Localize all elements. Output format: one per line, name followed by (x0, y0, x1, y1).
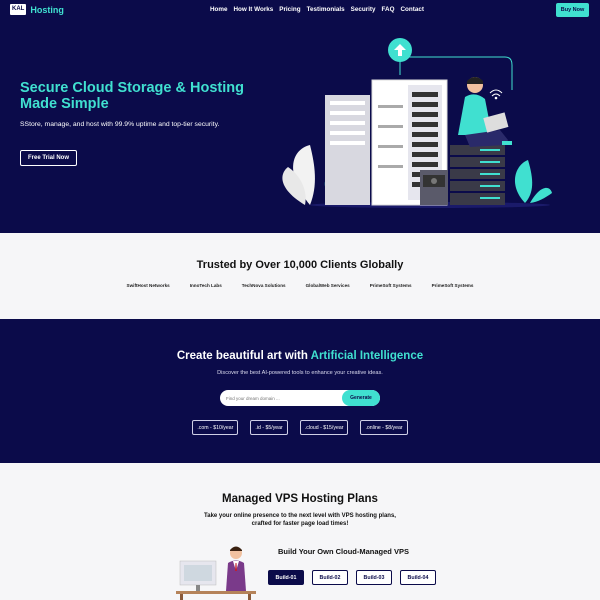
domain-price-online[interactable]: .online - $8/year (360, 420, 408, 435)
logo-badge: KAL (10, 4, 27, 15)
nav-item-pricing[interactable]: Pricing (279, 6, 300, 13)
cloud-upload-icon (388, 38, 412, 62)
domain-search-input[interactable] (226, 393, 336, 403)
vps-illustration (176, 546, 256, 600)
domain-price-cloud[interactable]: .cloud - $15/year (299, 420, 349, 435)
free-trial-button[interactable]: Free Trial Now (20, 150, 77, 166)
hero-subtitle: SStore, manage, and host with 99.9% upti… (20, 121, 220, 128)
buy-now-button[interactable]: Buy Now (556, 3, 589, 17)
ai-section-title: Create beautiful art with Artificial Int… (0, 350, 600, 362)
nav-item-testimonials[interactable]: Testimonials (307, 6, 345, 13)
ai-section-subtitle: Discover the best AI-powered tools to en… (217, 370, 383, 376)
client-logo: InnoTech Labs (189, 283, 222, 288)
domain-price-id[interactable]: .id - $5/year (250, 420, 288, 435)
client-logo: PrimeSoft Systems (431, 283, 474, 288)
man-figure (226, 546, 246, 591)
nav-item-contact[interactable]: Contact (400, 6, 423, 13)
build-vps-title: Build Your Own Cloud-Managed VPS (278, 547, 409, 556)
vps-section: Managed VPS Hosting Plans Take your onli… (0, 463, 600, 600)
ai-title-prefix: Create beautiful art with (176, 350, 311, 362)
desk (176, 591, 256, 594)
safe-box (420, 170, 448, 205)
nav-item-home[interactable]: Home (210, 6, 228, 13)
hero-server-illustration (282, 38, 552, 208)
client-logo: PrimeSoft Systems (369, 283, 412, 288)
nav-item-security[interactable]: Security (351, 6, 376, 13)
build-04-button[interactable]: Build-04 (400, 570, 436, 585)
vps-title: Managed VPS Hosting Plans (222, 493, 378, 505)
vps-subtitle: Take your online presence to the next le… (204, 513, 396, 527)
client-logo: SwiftHost Networks (126, 283, 170, 288)
logo-text: Hosting (30, 4, 64, 15)
build-01-button[interactable]: Build-01 (268, 570, 304, 585)
brand-logo[interactable]: KAL Hosting (10, 4, 64, 15)
nav-menu: Home How It Works Pricing Testimonials S… (210, 6, 424, 13)
person-with-laptop (458, 77, 512, 147)
domain-price-list: .com - $10/year .id - $5/year .cloud - $… (0, 420, 600, 435)
client-logo: TechNova Solutions (241, 283, 286, 288)
nav-item-how-it-works[interactable]: How It Works (234, 6, 274, 13)
server-stack-right (450, 145, 505, 205)
wifi-icon (489, 89, 503, 100)
plant-right-icon (514, 160, 552, 203)
client-logos: SwiftHost Networks InnoTech Labs TechNov… (0, 283, 600, 288)
build-options: Build-01 Build-02 Build-03 Build-04 (268, 570, 436, 585)
domain-search-bar: Generate (220, 390, 380, 406)
build-03-button[interactable]: Build-03 (356, 570, 392, 585)
hero-title: Secure Cloud Storage & Hosting Made Simp… (20, 80, 244, 112)
ai-title-accent: Artificial Intelligence (310, 350, 424, 362)
build-02-button[interactable]: Build-02 (312, 570, 348, 585)
nav-item-faq[interactable]: FAQ (382, 6, 395, 13)
generate-button[interactable]: Generate (342, 390, 380, 406)
server-rack-small (325, 95, 370, 205)
top-nav: KAL Hosting Home How It Works Pricing Te… (0, 0, 600, 20)
trusted-title: Trusted by Over 10,000 Clients Globally (196, 259, 404, 271)
domain-price-com[interactable]: .com - $10/year (192, 420, 239, 435)
client-logo: GlobalWeb Services (305, 283, 350, 288)
trusted-section: Trusted by Over 10,000 Clients Globally … (0, 233, 600, 319)
